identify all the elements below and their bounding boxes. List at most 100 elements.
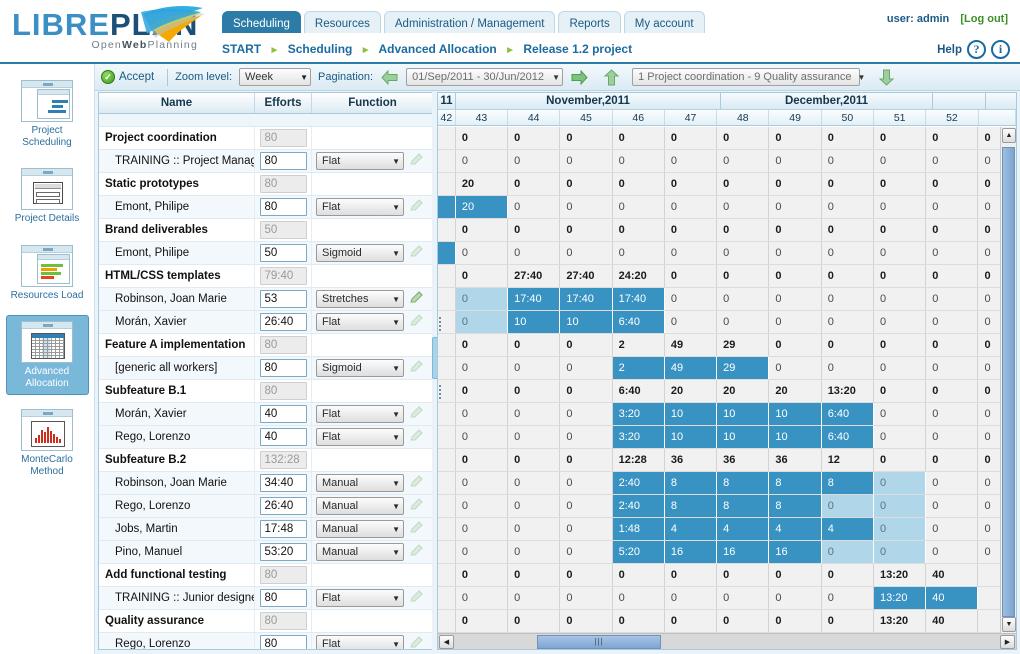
- allocation-cell[interactable]: 0: [508, 541, 561, 563]
- allocation-cell[interactable]: 0: [560, 449, 613, 471]
- allocation-cell[interactable]: 0: [560, 587, 613, 609]
- scroll-up-button[interactable]: [602, 68, 621, 87]
- allocation-cell[interactable]: 0: [873, 288, 927, 310]
- table-row[interactable]: Rego, Lorenzo Manual ▼: [99, 495, 434, 518]
- allocation-cell[interactable]: 0: [769, 334, 822, 356]
- allocation-cell[interactable]: 0: [664, 265, 718, 287]
- allocation-cell[interactable]: 10: [664, 403, 718, 425]
- allocation-cell[interactable]: 16: [664, 541, 718, 563]
- zoom-level-select[interactable]: Week ▼: [239, 68, 312, 86]
- allocation-cell[interactable]: 0: [612, 610, 665, 632]
- allocation-cell[interactable]: 0: [664, 610, 718, 632]
- allocation-cell[interactable]: 0: [664, 150, 718, 172]
- table-row[interactable]: Static prototypes: [99, 173, 434, 196]
- allocation-cell[interactable]: 0: [926, 219, 979, 241]
- allocation-cell[interactable]: 0: [455, 242, 509, 264]
- allocation-cell[interactable]: 49: [664, 357, 718, 379]
- allocation-cell[interactable]: 0: [560, 219, 613, 241]
- sidebar-item-project-details[interactable]: Project Details: [6, 162, 89, 231]
- allocation-cell[interactable]: 0: [717, 265, 770, 287]
- table-row[interactable]: Rego, Lorenzo Flat ▼: [99, 426, 434, 449]
- allocation-cell[interactable]: 0: [560, 150, 613, 172]
- table-row[interactable]: Subfeature B.1: [99, 380, 434, 403]
- allocation-cell[interactable]: 0: [873, 541, 927, 563]
- scroll-down-arrow-icon[interactable]: ▼: [1002, 617, 1016, 632]
- tab-reports[interactable]: Reports: [558, 11, 621, 33]
- allocation-cell[interactable]: [438, 219, 456, 241]
- allocation-cell[interactable]: 0: [821, 150, 874, 172]
- edit-function-pencil-icon[interactable]: [408, 198, 424, 217]
- function-select[interactable]: Stretches ▼: [316, 290, 404, 308]
- allocation-cell[interactable]: 6:40: [612, 380, 665, 402]
- allocation-cell[interactable]: 36: [769, 449, 822, 471]
- efforts-input[interactable]: [259, 543, 307, 561]
- allocation-cell[interactable]: 0: [717, 196, 770, 218]
- allocation-cell[interactable]: 0: [664, 242, 718, 264]
- allocation-cell[interactable]: 0: [508, 334, 561, 356]
- edit-function-pencil-icon[interactable]: [408, 589, 424, 608]
- allocation-cell[interactable]: 0: [821, 127, 874, 149]
- table-row[interactable]: Quality assurance: [99, 610, 434, 633]
- efforts-input[interactable]: [259, 520, 307, 538]
- allocation-cell[interactable]: 40: [926, 587, 979, 609]
- breadcrumb-advanced-allocation[interactable]: Advanced Allocation: [379, 42, 497, 56]
- allocation-cell[interactable]: 0: [769, 288, 822, 310]
- allocation-cell[interactable]: 0: [926, 127, 979, 149]
- allocation-cell[interactable]: 0: [508, 242, 561, 264]
- allocation-cell[interactable]: 8: [769, 495, 822, 517]
- allocation-cell[interactable]: 0: [508, 380, 561, 402]
- allocation-cell[interactable]: 0: [612, 127, 665, 149]
- efforts-input[interactable]: [259, 474, 307, 492]
- allocation-cell[interactable]: 0: [664, 196, 718, 218]
- allocation-cell[interactable]: 0: [612, 242, 665, 264]
- allocation-cell[interactable]: 0: [612, 196, 665, 218]
- allocation-cell[interactable]: 0: [926, 311, 979, 333]
- allocation-cell[interactable]: 0: [926, 357, 979, 379]
- allocation-cell[interactable]: 36: [717, 449, 770, 471]
- task-range-select[interactable]: 1 Project coordination - 9 Quality assur…: [632, 68, 865, 86]
- edit-function-pencil-icon[interactable]: [408, 359, 424, 378]
- allocation-cell[interactable]: 0: [455, 380, 509, 402]
- allocation-cell[interactable]: 0: [873, 334, 927, 356]
- allocation-cell[interactable]: 0: [821, 265, 874, 287]
- allocation-cell[interactable]: [438, 518, 456, 540]
- efforts-input[interactable]: [259, 244, 307, 262]
- function-select[interactable]: Manual ▼: [316, 543, 404, 561]
- allocation-cell[interactable]: 0: [873, 495, 927, 517]
- table-row[interactable]: TRAINING :: Junior designe Flat ▼: [99, 587, 434, 610]
- allocation-cell[interactable]: 10: [769, 403, 822, 425]
- allocation-cell[interactable]: 0: [508, 587, 561, 609]
- allocation-cell[interactable]: 27:40: [560, 265, 613, 287]
- edit-function-pencil-icon[interactable]: [408, 290, 424, 309]
- allocation-cell[interactable]: 0: [873, 265, 927, 287]
- allocation-cell[interactable]: 0: [926, 403, 979, 425]
- allocation-cell[interactable]: [438, 127, 456, 149]
- allocation-cell[interactable]: 12: [821, 449, 874, 471]
- allocation-cell[interactable]: [438, 334, 456, 356]
- allocation-cell[interactable]: 0: [717, 242, 770, 264]
- edit-function-pencil-icon[interactable]: [408, 428, 424, 447]
- allocation-cell[interactable]: 0: [769, 357, 822, 379]
- allocation-cell[interactable]: 6:40: [612, 311, 665, 333]
- function-select[interactable]: Manual ▼: [316, 520, 404, 538]
- allocation-cell[interactable]: 0: [769, 311, 822, 333]
- allocation-cell[interactable]: 6:40: [821, 426, 874, 448]
- table-row[interactable]: Emont, Philipe Sigmoid ▼: [99, 242, 434, 265]
- allocation-cell[interactable]: 0: [508, 403, 561, 425]
- allocation-cell[interactable]: 0: [821, 288, 874, 310]
- allocation-cell[interactable]: 0: [560, 173, 613, 195]
- allocation-cell[interactable]: 0: [455, 311, 509, 333]
- allocation-cell[interactable]: 10: [769, 426, 822, 448]
- allocation-cell[interactable]: [438, 472, 456, 494]
- allocation-cell[interactable]: 0: [821, 495, 874, 517]
- info-icon[interactable]: i: [991, 40, 1010, 59]
- table-row[interactable]: Rego, Lorenzo Flat ▼: [99, 633, 434, 649]
- allocation-cell[interactable]: 0: [873, 518, 927, 540]
- allocation-cell[interactable]: [438, 196, 456, 218]
- allocation-cell[interactable]: 0: [926, 173, 979, 195]
- allocation-cell[interactable]: [438, 495, 456, 517]
- allocation-cell[interactable]: 0: [508, 127, 561, 149]
- allocation-cell[interactable]: 1:48: [612, 518, 665, 540]
- allocation-cell[interactable]: 0: [455, 357, 509, 379]
- edit-function-pencil-icon[interactable]: [408, 244, 424, 263]
